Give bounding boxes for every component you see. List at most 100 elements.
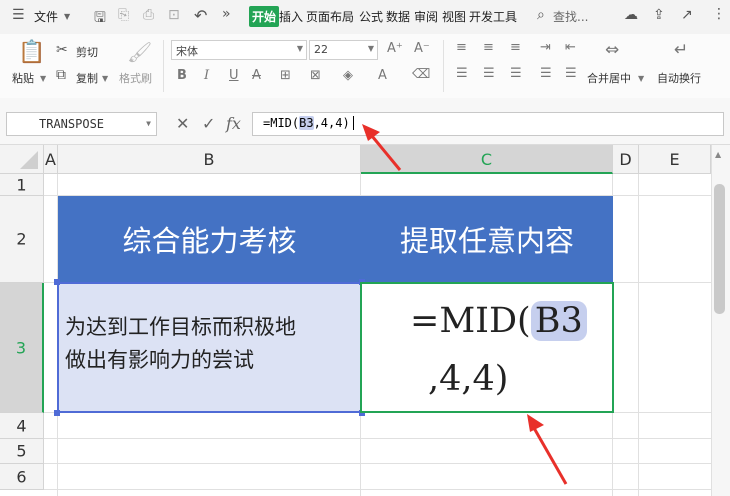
- save-icon[interactable]: 🖫: [94, 7, 106, 31]
- print-preview-icon[interactable]: ⊡: [168, 7, 180, 23]
- tab-page-layout[interactable]: 页面布局: [306, 8, 354, 25]
- format-painter-button[interactable]: 格式刷: [119, 70, 152, 86]
- search-input[interactable]: 查找...: [553, 8, 588, 25]
- strikethrough-icon[interactable]: A: [252, 68, 261, 83]
- cell-b2[interactable]: 综合能力考核: [58, 196, 361, 282]
- wrap-text-button[interactable]: 自动换行: [657, 70, 701, 86]
- cell-c3[interactable]: =MID(B3 ,4,4): [360, 282, 614, 413]
- chevron-down-icon: ▼: [296, 44, 303, 53]
- text-cursor: [352, 116, 361, 130]
- file-dropdown-icon[interactable]: ▼: [64, 12, 70, 21]
- paste-icon[interactable]: 📋: [18, 40, 45, 65]
- menu-file[interactable]: 文件: [34, 8, 58, 25]
- scroll-up-icon[interactable]: ▲: [715, 150, 721, 159]
- align-left-icon[interactable]: ☰: [456, 66, 468, 81]
- print-icon[interactable]: ⎙: [143, 7, 154, 23]
- clear-format-icon[interactable]: ⌫: [412, 67, 430, 82]
- copy-button[interactable]: 复制: [76, 70, 98, 86]
- fill-color-icon[interactable]: ◈: [343, 68, 353, 83]
- indent-icon[interactable]: ⇥: [540, 40, 551, 55]
- align-top-icon[interactable]: ≡: [456, 40, 467, 55]
- cloud-sync-icon[interactable]: ☁: [624, 7, 638, 23]
- tab-view[interactable]: 视图: [442, 8, 466, 25]
- paste-dropdown-icon[interactable]: ▼: [40, 74, 46, 83]
- underline-icon[interactable]: U: [229, 68, 239, 83]
- confirm-icon[interactable]: ✓: [202, 114, 215, 133]
- border-icon[interactable]: ⊞: [280, 68, 291, 83]
- share-icon[interactable]: ↗: [681, 7, 693, 23]
- name-box[interactable]: TRANSPOSE ▼: [6, 112, 157, 136]
- formula-suffix: ,4,4): [313, 116, 350, 130]
- scissors-icon[interactable]: ✂: [56, 42, 68, 58]
- increase-font-icon[interactable]: A⁺: [387, 41, 403, 56]
- hamburger-menu-icon[interactable]: ☰: [12, 7, 25, 23]
- row-header-1[interactable]: 1: [0, 174, 44, 196]
- row-number: 1: [16, 175, 27, 194]
- row-header-3[interactable]: 3: [0, 283, 44, 413]
- selection-handle[interactable]: [54, 410, 60, 416]
- merge-dropdown-icon[interactable]: ▼: [638, 74, 644, 83]
- chevron-down-icon: ▼: [367, 44, 374, 53]
- row-header-2[interactable]: 2: [0, 196, 44, 283]
- row-header-6[interactable]: 6: [0, 464, 44, 490]
- row-header-5[interactable]: 5: [0, 439, 44, 464]
- gridline: [44, 438, 711, 439]
- decrease-font-icon[interactable]: A⁻: [414, 41, 430, 56]
- tab-developer[interactable]: 开发工具: [469, 8, 517, 25]
- tab-insert[interactable]: 插入: [279, 8, 303, 25]
- align-right-icon[interactable]: ☰: [510, 66, 522, 81]
- tab-review[interactable]: 审阅: [414, 8, 438, 25]
- column-header-a[interactable]: A: [44, 145, 58, 174]
- column-header-b[interactable]: B: [58, 145, 361, 174]
- align-center-icon[interactable]: ☰: [483, 66, 495, 81]
- row-header-4[interactable]: 4: [0, 413, 44, 439]
- outdent-icon[interactable]: ⇤: [565, 40, 576, 55]
- italic-icon[interactable]: I: [204, 68, 209, 83]
- corner-triangle-icon: [20, 151, 38, 169]
- font-color-icon[interactable]: A: [378, 68, 387, 83]
- row-number: 6: [16, 467, 27, 486]
- align-middle-icon[interactable]: ≡: [483, 40, 494, 55]
- tab-home[interactable]: 开始: [249, 6, 280, 27]
- row-number: 4: [16, 416, 27, 435]
- undo-icon[interactable]: ↶: [194, 6, 207, 25]
- selection-handle[interactable]: [54, 279, 60, 285]
- align-bottom-icon[interactable]: ≡: [510, 40, 521, 55]
- scrollbar-thumb[interactable]: [714, 184, 725, 314]
- font-size-select[interactable]: 22 ▼: [309, 40, 378, 60]
- font-name-select[interactable]: 宋体 ▼: [171, 40, 307, 60]
- tab-data[interactable]: 数据: [386, 8, 410, 25]
- formula-input[interactable]: =MID(B3,4,4): [252, 112, 724, 136]
- cancel-icon[interactable]: ✕: [176, 114, 189, 133]
- paste-button[interactable]: 粘贴: [12, 70, 34, 86]
- select-all-corner[interactable]: [0, 145, 44, 174]
- insert-function-icon[interactable]: fx: [226, 114, 241, 133]
- cell-c2[interactable]: 提取任意内容: [361, 196, 613, 282]
- more-chevron-icon[interactable]: »: [222, 6, 231, 22]
- cell-style-icon[interactable]: ⊠: [310, 68, 321, 83]
- merge-center-button[interactable]: 合并居中: [587, 70, 631, 86]
- cut-button[interactable]: 剪切: [76, 44, 98, 60]
- copy-icon[interactable]: ⧉: [56, 67, 66, 83]
- distribute-icon[interactable]: ☰: [565, 66, 577, 81]
- more-options-icon[interactable]: ⋮: [712, 6, 726, 22]
- cell-c2-text: 提取任意内容: [399, 224, 574, 258]
- copy-dropdown-icon[interactable]: ▼: [102, 74, 108, 83]
- column-header-d[interactable]: D: [613, 145, 639, 174]
- tab-formulas[interactable]: 公式: [359, 8, 383, 25]
- name-box-value: TRANSPOSE: [39, 117, 105, 131]
- ribbon-separator: [443, 40, 444, 92]
- row-number: 2: [16, 229, 27, 249]
- search-icon[interactable]: ⌕: [537, 7, 545, 23]
- justify-icon[interactable]: ☰: [540, 66, 552, 81]
- merge-cells-icon[interactable]: ⇔: [605, 40, 619, 60]
- format-painter-icon[interactable]: 🖌: [127, 40, 152, 64]
- cell-b3[interactable]: 为达到工作目标而积极地 做出有影响力的尝试: [57, 282, 362, 413]
- export-icon[interactable]: ⎘: [118, 7, 129, 23]
- column-header-c[interactable]: C: [361, 145, 613, 174]
- bold-icon[interactable]: B: [177, 68, 187, 83]
- wrap-text-icon[interactable]: ↵: [674, 40, 688, 60]
- row-number: 5: [16, 441, 27, 461]
- collaborate-icon[interactable]: ⇪: [653, 7, 665, 23]
- column-header-e[interactable]: E: [639, 145, 711, 174]
